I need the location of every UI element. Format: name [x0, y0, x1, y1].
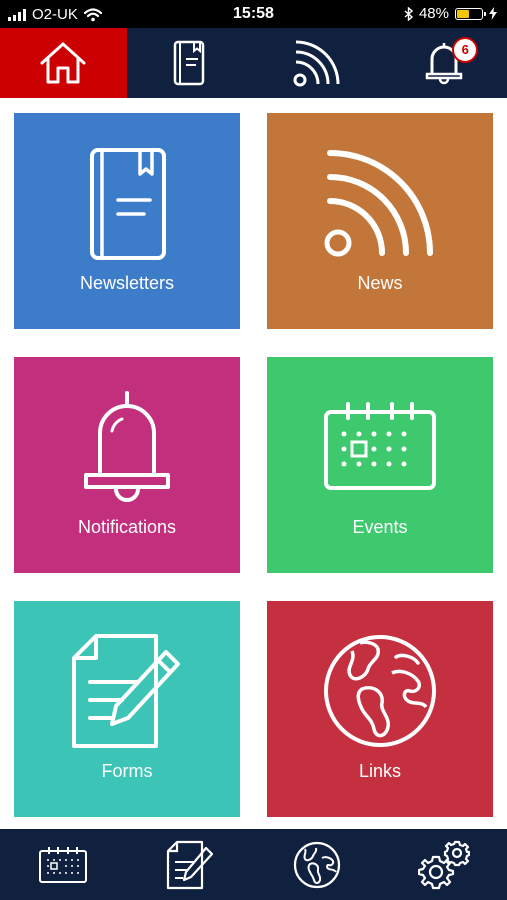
home-icon — [40, 42, 86, 84]
calendar-icon — [39, 846, 88, 883]
tile-label: Newsletters — [79, 273, 175, 293]
charging-bolt-icon — [489, 7, 497, 20]
top-tab-bar: 6 — [0, 28, 507, 98]
tile-links[interactable]: Links — [267, 601, 493, 817]
calendar-icon — [324, 402, 436, 490]
tab-settings[interactable] — [380, 829, 507, 900]
tile-newsletters[interactable]: Newsletters — [14, 113, 240, 329]
globe-icon — [293, 841, 340, 888]
tab-links[interactable] — [254, 829, 381, 900]
tile-label: Notifications — [77, 517, 177, 537]
tile-forms[interactable]: Forms — [14, 601, 240, 817]
tab-newsletters[interactable] — [127, 28, 254, 98]
bell-icon — [84, 391, 170, 502]
rss-icon — [293, 40, 340, 87]
globe-icon — [324, 635, 436, 747]
tile-notifications[interactable]: Notifications — [14, 357, 240, 573]
bottom-tab-bar — [0, 829, 507, 900]
tile-events[interactable]: Events — [267, 357, 493, 573]
form-pen-icon — [72, 634, 180, 748]
tile-label: Events — [352, 517, 408, 537]
book-icon — [173, 40, 205, 86]
form-pen-icon — [167, 840, 214, 889]
tab-news[interactable] — [254, 28, 381, 98]
battery-percentage: 48% — [418, 5, 449, 22]
book-icon — [90, 148, 166, 260]
tab-home[interactable] — [0, 28, 127, 98]
tile-news[interactable]: News — [267, 113, 493, 329]
tab-events[interactable] — [0, 829, 127, 900]
tile-label: News — [357, 273, 403, 293]
status-bar: O2-UK 15:58 48% — [0, 0, 507, 28]
gears-icon — [417, 840, 470, 889]
bluetooth-icon — [404, 6, 413, 21]
notification-count-badge: 6 — [452, 37, 479, 63]
tab-forms[interactable] — [127, 829, 254, 900]
tile-label: Links — [358, 761, 402, 781]
tile-label: Forms — [101, 761, 153, 781]
tab-notifications[interactable]: 6 — [380, 28, 507, 98]
rss-icon — [324, 150, 433, 257]
battery-icon — [455, 7, 486, 20]
